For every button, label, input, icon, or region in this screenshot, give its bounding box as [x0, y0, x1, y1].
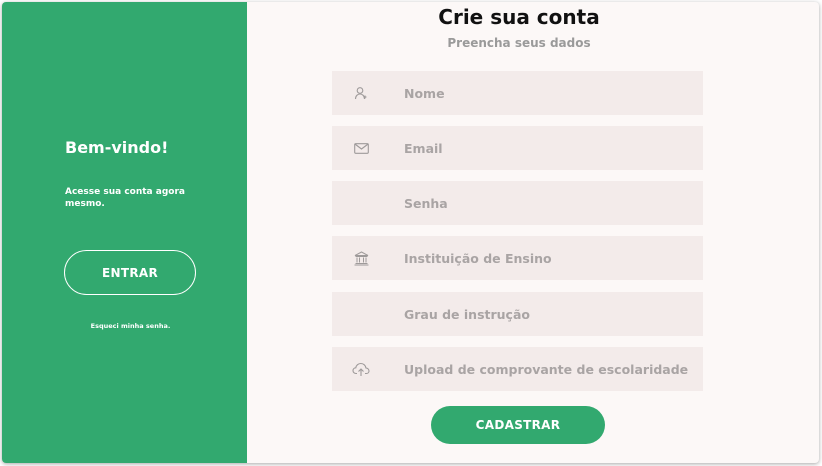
- cloud-upload-icon[interactable]: [332, 347, 390, 391]
- mail-icon: [332, 126, 390, 170]
- education-icon-slot: [332, 292, 390, 336]
- institution-input[interactable]: [390, 236, 703, 280]
- institution-field[interactable]: [332, 236, 703, 280]
- upload-input[interactable]: [390, 347, 703, 391]
- education-level-input[interactable]: [390, 292, 703, 336]
- forgot-password-link[interactable]: Esqueci minha senha.: [2, 322, 259, 330]
- welcome-panel: Bem-vindo! Acesse sua conta agora mesmo.…: [2, 2, 247, 463]
- user-icon: [332, 71, 390, 115]
- welcome-subtitle: Acesse sua conta agora mesmo.: [65, 187, 185, 209]
- password-input[interactable]: [390, 181, 703, 225]
- name-field[interactable]: [332, 71, 703, 115]
- login-button[interactable]: ENTRAR: [64, 250, 196, 295]
- password-field[interactable]: [332, 181, 703, 225]
- institution-icon: [332, 236, 390, 280]
- password-icon-slot: [332, 181, 390, 225]
- register-button[interactable]: CADASTRAR: [431, 406, 605, 444]
- email-field[interactable]: [332, 126, 703, 170]
- page-title: Crie sua conta: [438, 5, 600, 29]
- welcome-title: Bem-vindo!: [65, 138, 169, 157]
- name-input[interactable]: [390, 71, 703, 115]
- page-subtitle: Preencha seus dados: [447, 36, 591, 50]
- education-level-field[interactable]: [332, 292, 703, 336]
- upload-field[interactable]: [332, 347, 703, 391]
- email-input[interactable]: [390, 126, 703, 170]
